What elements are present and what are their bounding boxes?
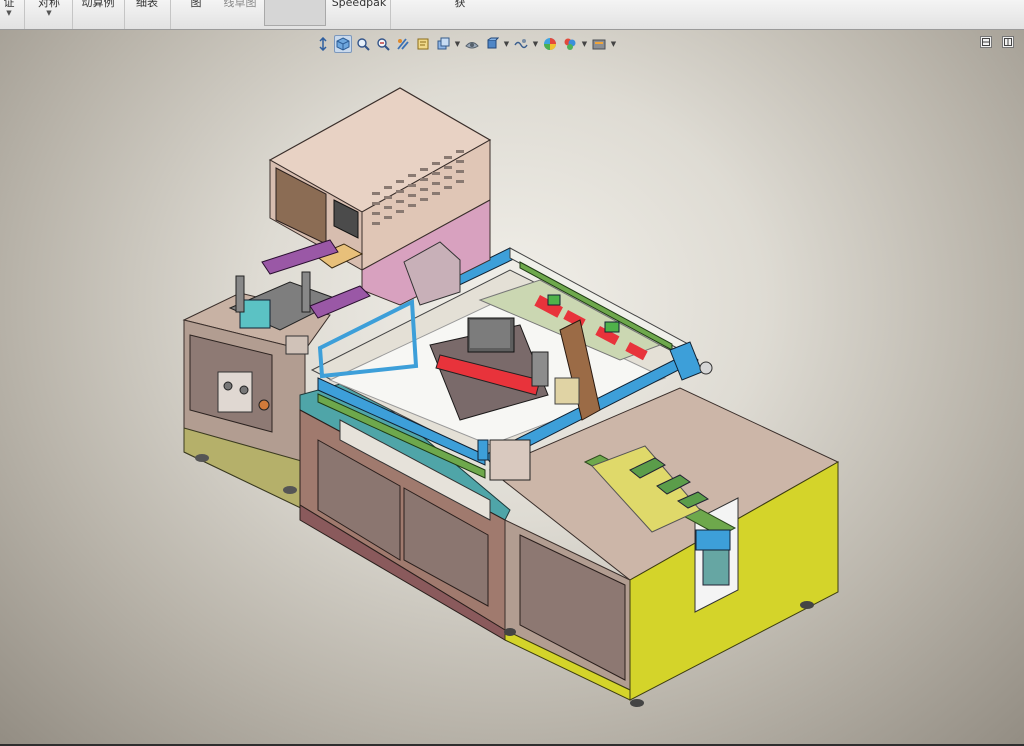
ribbon-label: 图 bbox=[190, 0, 202, 9]
ribbon-separator bbox=[390, 0, 391, 29]
ribbon-label: 获 bbox=[454, 0, 466, 9]
chevron-down-icon[interactable]: ▼ bbox=[46, 9, 51, 17]
ribbon-item-speedpak[interactable]: Speedpak bbox=[330, 0, 388, 29]
ribbon-item-3d-sketch[interactable]: 线草图 bbox=[218, 0, 262, 29]
ribbon-item-drawing[interactable]: 图 bbox=[182, 0, 210, 29]
ribbon-separator bbox=[72, 0, 73, 29]
knob-icon bbox=[258, 399, 270, 411]
ribbon-item-verify[interactable]: 证 ▼ bbox=[0, 0, 18, 29]
ribbon-separator bbox=[124, 0, 125, 29]
ribbon-blank-button[interactable] bbox=[264, 0, 326, 26]
ribbon-item-capture[interactable]: 获 bbox=[448, 0, 472, 29]
ribbon-item-motion-study[interactable]: 动算例 bbox=[78, 0, 118, 29]
ribbon-separator bbox=[170, 0, 171, 29]
commandmanager-ribbon: 证 ▼ 对称 ▼ 动算例 细表 图 线草图 Speedpak 获 bbox=[0, 0, 1024, 30]
ribbon-label: 细表 bbox=[136, 0, 158, 9]
graphics-area[interactable]: ▼ ▼ ▼ ▼ ▼ bbox=[0, 30, 1024, 744]
ribbon-label: 线草图 bbox=[223, 0, 257, 9]
assembly-model-view[interactable] bbox=[0, 30, 1024, 744]
chevron-down-icon[interactable]: ▼ bbox=[6, 9, 11, 17]
ribbon-label: Speedpak bbox=[331, 0, 387, 9]
ribbon-item-bom[interactable]: 细表 bbox=[130, 0, 164, 29]
ribbon-item-symmetry[interactable]: 对称 ▼ bbox=[30, 0, 68, 29]
ribbon-separator bbox=[24, 0, 25, 29]
ribbon-label: 动算例 bbox=[81, 0, 115, 9]
